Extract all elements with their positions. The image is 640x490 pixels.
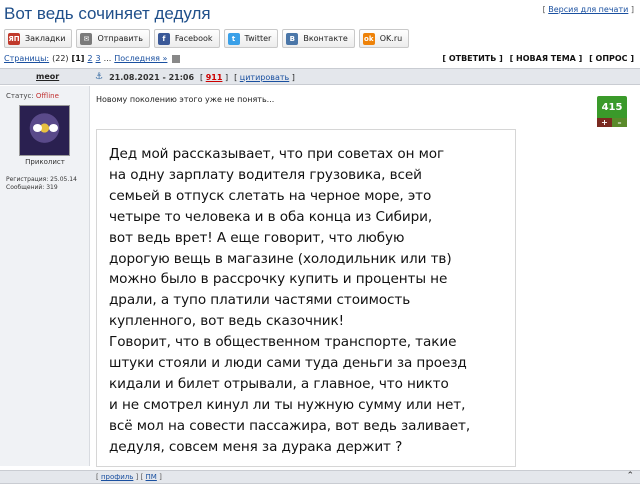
image-text-line: Дед мой рассказывает, что при советах он… — [109, 146, 444, 162]
post-meta: ⚓ 21.08.2021 - 21:06 [ 911 ] [ цитироват… — [95, 72, 295, 82]
share-label: Вконтакте — [303, 34, 348, 43]
pages-link[interactable]: Страницы: — [4, 54, 49, 63]
post-footer: [ профиль ] [ ПМ ] ⌃ — [0, 470, 640, 484]
image-text-line: дедуля, совсем меня за дурака держит ? — [109, 438, 403, 455]
post-number[interactable]: 911 — [206, 73, 223, 82]
share-label: Twitter — [244, 34, 272, 43]
image-text-line: штуки стояли и люди сами туда деньги за … — [109, 355, 467, 372]
post-header: meor ⚓ 21.08.2021 - 21:06 [ 911 ] [ цити… — [0, 68, 640, 85]
image-text-line: всё мол на совести пассажира, вот ведь з… — [109, 417, 471, 434]
avatar-eyes — [33, 124, 58, 132]
author-rank: Приколист — [25, 158, 65, 166]
status-label: Статус: — [6, 92, 34, 100]
profile-link[interactable]: профиль — [101, 473, 133, 481]
page-last-link[interactable]: Последняя » — [114, 54, 167, 63]
author-sidebar: Статус: Offline Приколист Регистрация: 2… — [0, 86, 90, 466]
twitter-icon: t — [227, 32, 240, 45]
share-label: Закладки — [25, 34, 66, 43]
post-text: Новому поколению этого уже не понять... — [96, 95, 275, 104]
share-button-3[interactable]: t Twitter — [223, 29, 279, 48]
image-text-line: кидали и билет отрывали, а главное, что … — [109, 375, 449, 392]
image-text-line: драли, а тупо платили частями стоимость — [109, 292, 411, 309]
pager: Страницы: (22) [1] 2 3 ... Последняя » — [4, 54, 181, 63]
scroll-up-icon[interactable]: ⌃ — [626, 471, 634, 481]
post-number-wrap: [ 911 ] — [200, 72, 229, 82]
image-text-line: четыре то человека и в оба конца из Сиби… — [109, 208, 433, 225]
pages-ellipsis: ... — [103, 54, 112, 63]
mail-icon: ✉ — [80, 32, 93, 45]
rating-votes: + – — [597, 118, 627, 127]
topic-title: Вот ведь сочиняет дедуля — [4, 4, 211, 23]
footer-links: [ профиль ] [ ПМ ] — [96, 473, 162, 481]
share-button-2[interactable]: f Facebook — [153, 29, 220, 48]
post-image: Дед мой рассказывает, что при советах он… — [96, 129, 516, 467]
status-value: Offline — [35, 92, 59, 100]
page-3-link[interactable]: 3 — [96, 54, 101, 63]
topic-actions: [ ОТВЕТИТЬ ] [ НОВАЯ ТЕМА ] [ ОПРОС ] — [438, 54, 634, 63]
vote-minus-button[interactable]: – — [612, 118, 627, 127]
ok-icon: ok — [362, 32, 375, 45]
share-button-1[interactable]: ✉ Отправить — [76, 29, 150, 48]
print-version: [ Версия для печати ] — [542, 5, 634, 14]
pages-total: (22) — [52, 54, 69, 63]
avatar[interactable] — [19, 105, 70, 156]
share-button-4[interactable]: B Вконтакте — [282, 29, 355, 48]
reply-button[interactable]: [ ОТВЕТИТЬ ] — [442, 54, 502, 63]
pm-link[interactable]: ПМ — [146, 473, 157, 481]
new-topic-button[interactable]: [ НОВАЯ ТЕМА ] — [510, 54, 583, 63]
rating-score: 415 — [597, 96, 627, 118]
print-version-link[interactable]: Версия для печати — [548, 5, 628, 14]
author-status: Статус: Offline — [6, 92, 59, 100]
author-info: Регистрация: 25.05.14 Сообщений: 319 — [6, 176, 77, 192]
image-text-line: купленного, вот ведь сказочник! — [109, 313, 344, 330]
post-date: 21.08.2021 - 21:06 — [109, 72, 195, 82]
vote-plus-button[interactable]: + — [597, 118, 612, 127]
image-text-line: и не смотрел кинул ли ты нужную сумму ил… — [109, 396, 466, 413]
image-text-line: дорогую вещь в магазине (холодильник или… — [109, 250, 452, 267]
post-image-text: Дед мой рассказывает, что при советах он… — [109, 144, 509, 458]
image-text-line: Говорит, что в общественном транспорте, … — [109, 334, 457, 351]
quote-wrap: [ цитировать ] — [234, 72, 295, 82]
share-button-0[interactable]: ЯП Закладки — [4, 29, 73, 48]
page-2-link[interactable]: 2 — [87, 54, 92, 63]
page-current: [1] — [71, 54, 85, 63]
bookmarks-icon: ЯП — [8, 32, 20, 45]
registration-date: Регистрация: 25.05.14 — [6, 176, 77, 183]
anchor-icon[interactable]: ⚓ — [95, 72, 103, 82]
image-text-line: можно было в рассрочку купить и проценты… — [109, 271, 448, 288]
image-text-line: семьей в отпуск слетать на черное море, … — [109, 187, 432, 204]
post-author[interactable]: meor — [36, 72, 59, 81]
share-label: Отправить — [97, 34, 143, 43]
facebook-icon: f — [157, 32, 170, 45]
share-bar: ЯП Закладки ✉ Отправить f Facebook t Twitter B Вк… — [4, 29, 410, 48]
vk-icon: B — [286, 32, 299, 45]
quote-link[interactable]: цитировать — [240, 73, 289, 82]
share-button-5[interactable]: ok OK.ru — [358, 29, 410, 48]
poll-button[interactable]: [ ОПРОС ] — [589, 54, 634, 63]
message-count: Сообщений: 319 — [6, 184, 58, 191]
image-text-line: вот ведь врет! А еще говорит, что любую — [109, 229, 405, 246]
image-text-line: на одну зарплату водителя грузовика, все… — [109, 166, 422, 183]
share-label: OK.ru — [379, 34, 403, 43]
post-rating: 415 + – — [597, 96, 627, 127]
page-jump-icon[interactable] — [172, 54, 181, 63]
share-label: Facebook — [174, 34, 213, 43]
